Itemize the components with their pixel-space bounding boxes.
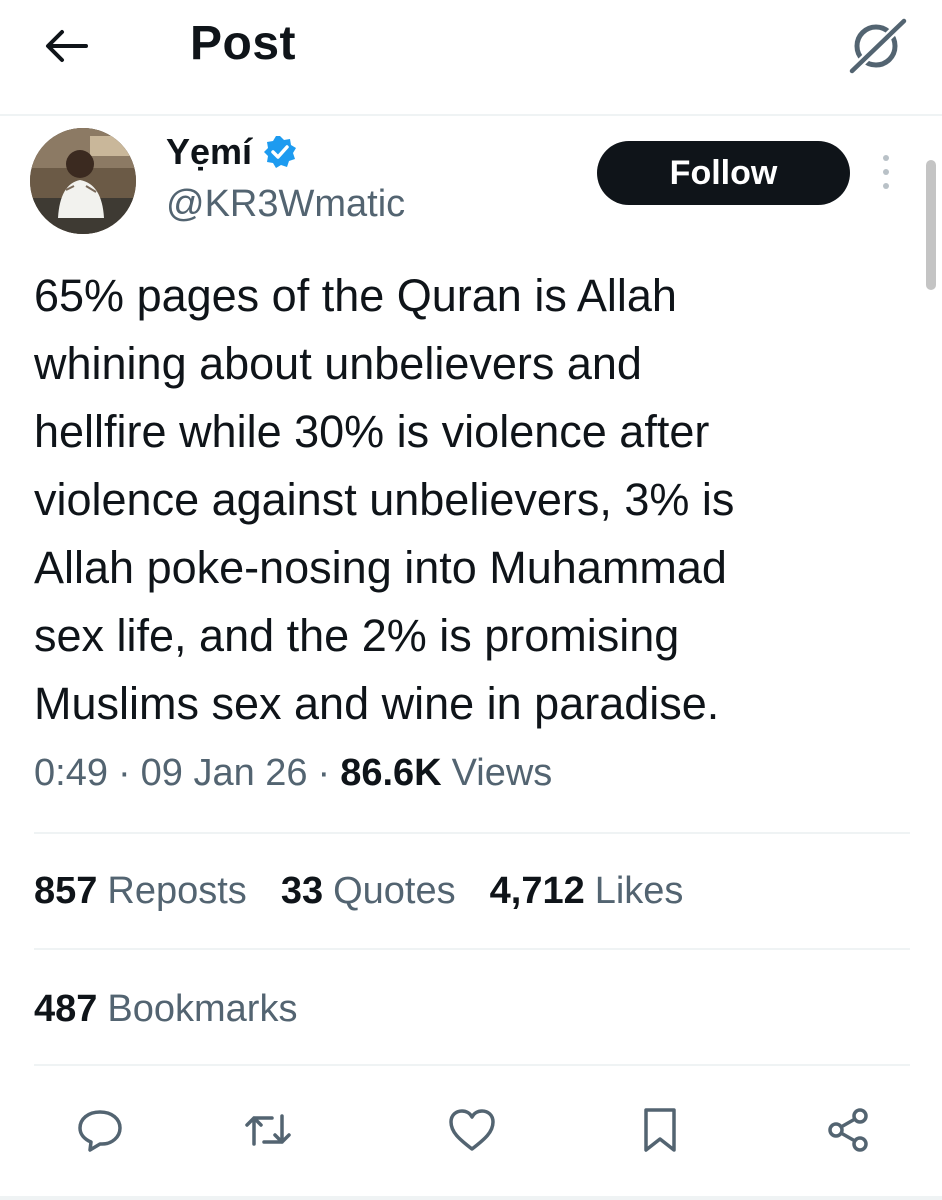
tweet-text: 65% pages of the Quran is Allah whining … (34, 270, 735, 729)
page-title: Post (190, 17, 297, 70)
quotes-count: 33 (280, 870, 324, 912)
reply-icon (78, 1110, 122, 1152)
author-name[interactable]: Yẹmí (166, 131, 252, 173)
reposts-stat[interactable]: 857 Reposts (34, 870, 247, 913)
share-button[interactable] (818, 1100, 878, 1160)
action-bar (0, 1100, 942, 1164)
follow-button[interactable]: Follow (597, 141, 850, 205)
tweet-time[interactable]: 0:49 (34, 752, 108, 795)
author-name-row[interactable]: Yẹmí (166, 131, 298, 173)
like-icon (449, 1109, 495, 1151)
more-vertical-icon (883, 155, 889, 189)
views-count: 86.6K (340, 752, 442, 794)
reposts-count: 857 (34, 870, 98, 912)
likes-label: Likes (594, 870, 684, 912)
bookmark-button[interactable] (630, 1100, 690, 1160)
author-handle[interactable]: @KR3Wmatic (166, 183, 405, 226)
scrollbar[interactable] (926, 160, 936, 290)
bookmarks-label: Bookmarks (107, 988, 298, 1030)
quotes-label: Quotes (333, 870, 456, 912)
meta-separator: · (317, 752, 331, 794)
meta-separator: · (117, 752, 131, 794)
verified-badge-icon (262, 134, 298, 170)
more-options-button[interactable] (872, 150, 900, 196)
top-bar: Post (0, 0, 942, 116)
share-icon (828, 1108, 868, 1152)
back-button[interactable] (40, 22, 92, 70)
likes-stat[interactable]: 4,712 Likes (490, 870, 684, 913)
repost-icon (245, 1114, 291, 1146)
divider (34, 1064, 910, 1066)
grok-button[interactable] (842, 14, 912, 76)
bookmarks-count: 487 (34, 988, 98, 1030)
likes-count: 4,712 (489, 870, 585, 912)
tweet-date[interactable]: 09 Jan 26 (141, 752, 308, 795)
bookmark-icon (644, 1108, 676, 1152)
tweet-meta: 0:49 · 09 Jan 26 · 86.6K Views (34, 752, 552, 795)
reposts-label: Reposts (107, 870, 247, 912)
quotes-stat[interactable]: 33 Quotes (281, 870, 456, 913)
bookmarks-stat[interactable]: 487 Bookmarks (34, 988, 297, 1031)
views-label: Views (451, 752, 553, 794)
engagement-stats: 857 Reposts 33 Quotes 4,712 Likes (34, 870, 683, 913)
reply-button[interactable] (70, 1100, 130, 1160)
bottom-border (0, 1196, 942, 1200)
arrow-left-icon (46, 30, 88, 62)
divider (34, 832, 910, 834)
divider (34, 948, 910, 950)
repost-button[interactable] (238, 1100, 298, 1160)
grok-icon (847, 16, 909, 75)
avatar[interactable] (30, 128, 136, 234)
like-button[interactable] (442, 1100, 502, 1160)
post-page: Post Yẹmí @KR3Wmatic Follow 65% pages of… (0, 0, 942, 1200)
